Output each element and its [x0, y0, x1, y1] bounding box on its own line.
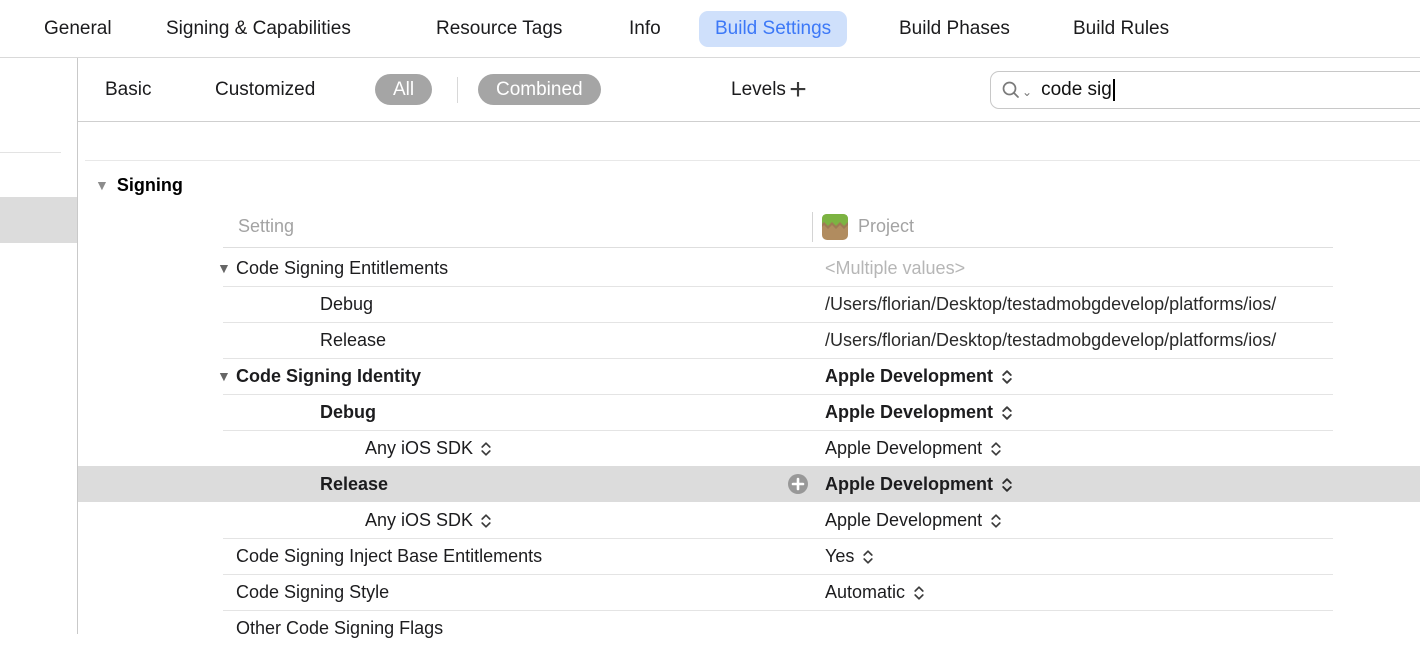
content-divider — [85, 160, 1420, 161]
stepper-icon — [1001, 405, 1013, 421]
stepper-icon — [990, 441, 1002, 457]
filter-basic[interactable]: Basic — [105, 58, 151, 122]
value-dropdown[interactable]: Yes — [825, 538, 1420, 574]
setting-label: Release — [320, 466, 388, 502]
project-app-icon — [822, 214, 848, 240]
search-options-chevron-icon[interactable]: ⌄ — [1022, 85, 1032, 99]
setting-label: Other Code Signing Flags — [236, 610, 443, 646]
setting-value: Apple Development — [825, 510, 982, 531]
text-cursor — [1113, 79, 1115, 101]
tab-bar: General Signing & Capabilities Resource … — [0, 0, 1420, 58]
setting-label: Code Signing Entitlements — [236, 250, 448, 286]
filter-customized[interactable]: Customized — [215, 58, 315, 122]
value-dropdown[interactable]: Apple Development — [825, 394, 1420, 430]
setting-value: /Users/florian/Desktop/testadmobgdevelop… — [825, 330, 1276, 351]
stepper-icon — [480, 513, 492, 529]
setting-label: Debug — [320, 394, 376, 430]
build-settings-toolbar: Basic Customized All Combined Levels + ⌄… — [78, 58, 1420, 122]
setting-label: Code Signing Identity — [236, 358, 421, 394]
add-value-button[interactable] — [788, 474, 808, 494]
header-separator — [223, 247, 1333, 248]
search-input[interactable]: ⌄ code sig — [990, 71, 1420, 109]
table-row-selected[interactable]: Release Apple Development — [78, 466, 1420, 502]
tab-build-settings[interactable]: Build Settings — [699, 11, 847, 47]
stepper-icon — [1001, 477, 1013, 493]
table-row[interactable]: ▼ Code Signing Identity Apple Developmen… — [78, 358, 1420, 394]
section-header-signing: ▼ Signing — [95, 170, 183, 200]
value-dropdown[interactable]: Automatic — [825, 574, 1420, 610]
search-icon — [1001, 80, 1021, 100]
setting-label: Code Signing Style — [236, 574, 389, 610]
tab-info[interactable]: Info — [629, 0, 661, 58]
setting-label: Code Signing Inject Base Entitlements — [236, 538, 542, 574]
value-dropdown[interactable]: Apple Development — [825, 502, 1420, 538]
setting-value: Apple Development — [825, 366, 993, 387]
table-column-header: Setting Project — [78, 206, 1420, 247]
disclosure-triangle-icon[interactable]: ▼ — [217, 358, 231, 394]
value-dropdown[interactable]: Apple Development — [825, 466, 1420, 502]
value-dropdown[interactable]: Apple Development — [825, 358, 1420, 394]
stepper-icon — [990, 513, 1002, 529]
filter-combined[interactable]: Combined — [478, 74, 601, 105]
tab-general[interactable]: General — [44, 0, 112, 58]
section-disclosure-triangle-icon[interactable]: ▼ — [95, 177, 109, 193]
table-row[interactable]: Release /Users/florian/Desktop/testadmob… — [78, 322, 1420, 358]
sidebar-selected-item[interactable] — [0, 197, 77, 243]
sdk-dropdown[interactable]: Any iOS SDK — [365, 430, 492, 466]
table-row[interactable]: Debug Apple Development — [78, 394, 1420, 430]
table-row[interactable]: ▼ Code Signing Entitlements <Multiple va… — [78, 250, 1420, 286]
tab-build-phases[interactable]: Build Phases — [899, 0, 1010, 58]
stepper-icon — [1001, 369, 1013, 385]
setting-value: Yes — [825, 546, 854, 567]
navigator-sidebar — [0, 58, 78, 634]
setting-label: Release — [320, 322, 386, 358]
setting-value: Apple Development — [825, 402, 993, 423]
tab-build-rules[interactable]: Build Rules — [1073, 0, 1169, 58]
toolbar-divider — [457, 77, 458, 103]
stepper-icon — [913, 585, 925, 601]
section-title: Signing — [117, 175, 183, 196]
setting-label: Debug — [320, 286, 373, 322]
column-setting: Setting — [238, 206, 294, 247]
filter-all[interactable]: All — [375, 74, 432, 105]
table-row[interactable]: Code Signing Style Automatic — [78, 574, 1420, 610]
table-row[interactable]: Any iOS SDK Apple Development — [78, 430, 1420, 466]
tab-signing-capabilities[interactable]: Signing & Capabilities — [166, 0, 351, 58]
setting-label: Any iOS SDK — [365, 438, 473, 459]
value-dropdown[interactable]: Apple Development — [825, 430, 1420, 466]
stepper-icon — [862, 549, 874, 565]
setting-value: /Users/florian/Desktop/testadmobgdevelop… — [825, 294, 1276, 315]
column-divider — [812, 212, 813, 242]
setting-value: <Multiple values> — [825, 258, 965, 279]
filter-levels[interactable]: Levels — [731, 58, 786, 122]
table-row[interactable]: Any iOS SDK Apple Development — [78, 502, 1420, 538]
sidebar-divider — [0, 152, 61, 153]
table-row[interactable]: Debug /Users/florian/Desktop/testadmobgd… — [78, 286, 1420, 322]
stepper-icon — [480, 441, 492, 457]
setting-value: Apple Development — [825, 438, 982, 459]
disclosure-triangle-icon[interactable]: ▼ — [217, 250, 231, 286]
setting-value: Apple Development — [825, 474, 993, 495]
table-row[interactable]: Other Code Signing Flags — [78, 610, 1420, 646]
column-project: Project — [822, 206, 914, 247]
tab-resource-tags[interactable]: Resource Tags — [436, 0, 562, 58]
setting-value: Automatic — [825, 582, 905, 603]
build-settings-table: ▼ Signing Setting Project ▼ Code Signing… — [78, 122, 1420, 634]
column-project-label: Project — [858, 216, 914, 237]
table-row[interactable]: Code Signing Inject Base Entitlements Ye… — [78, 538, 1420, 574]
sdk-dropdown[interactable]: Any iOS SDK — [365, 502, 492, 538]
setting-label: Any iOS SDK — [365, 510, 473, 531]
search-text: code sig — [1041, 79, 1112, 101]
add-setting-button[interactable]: + — [782, 58, 814, 122]
